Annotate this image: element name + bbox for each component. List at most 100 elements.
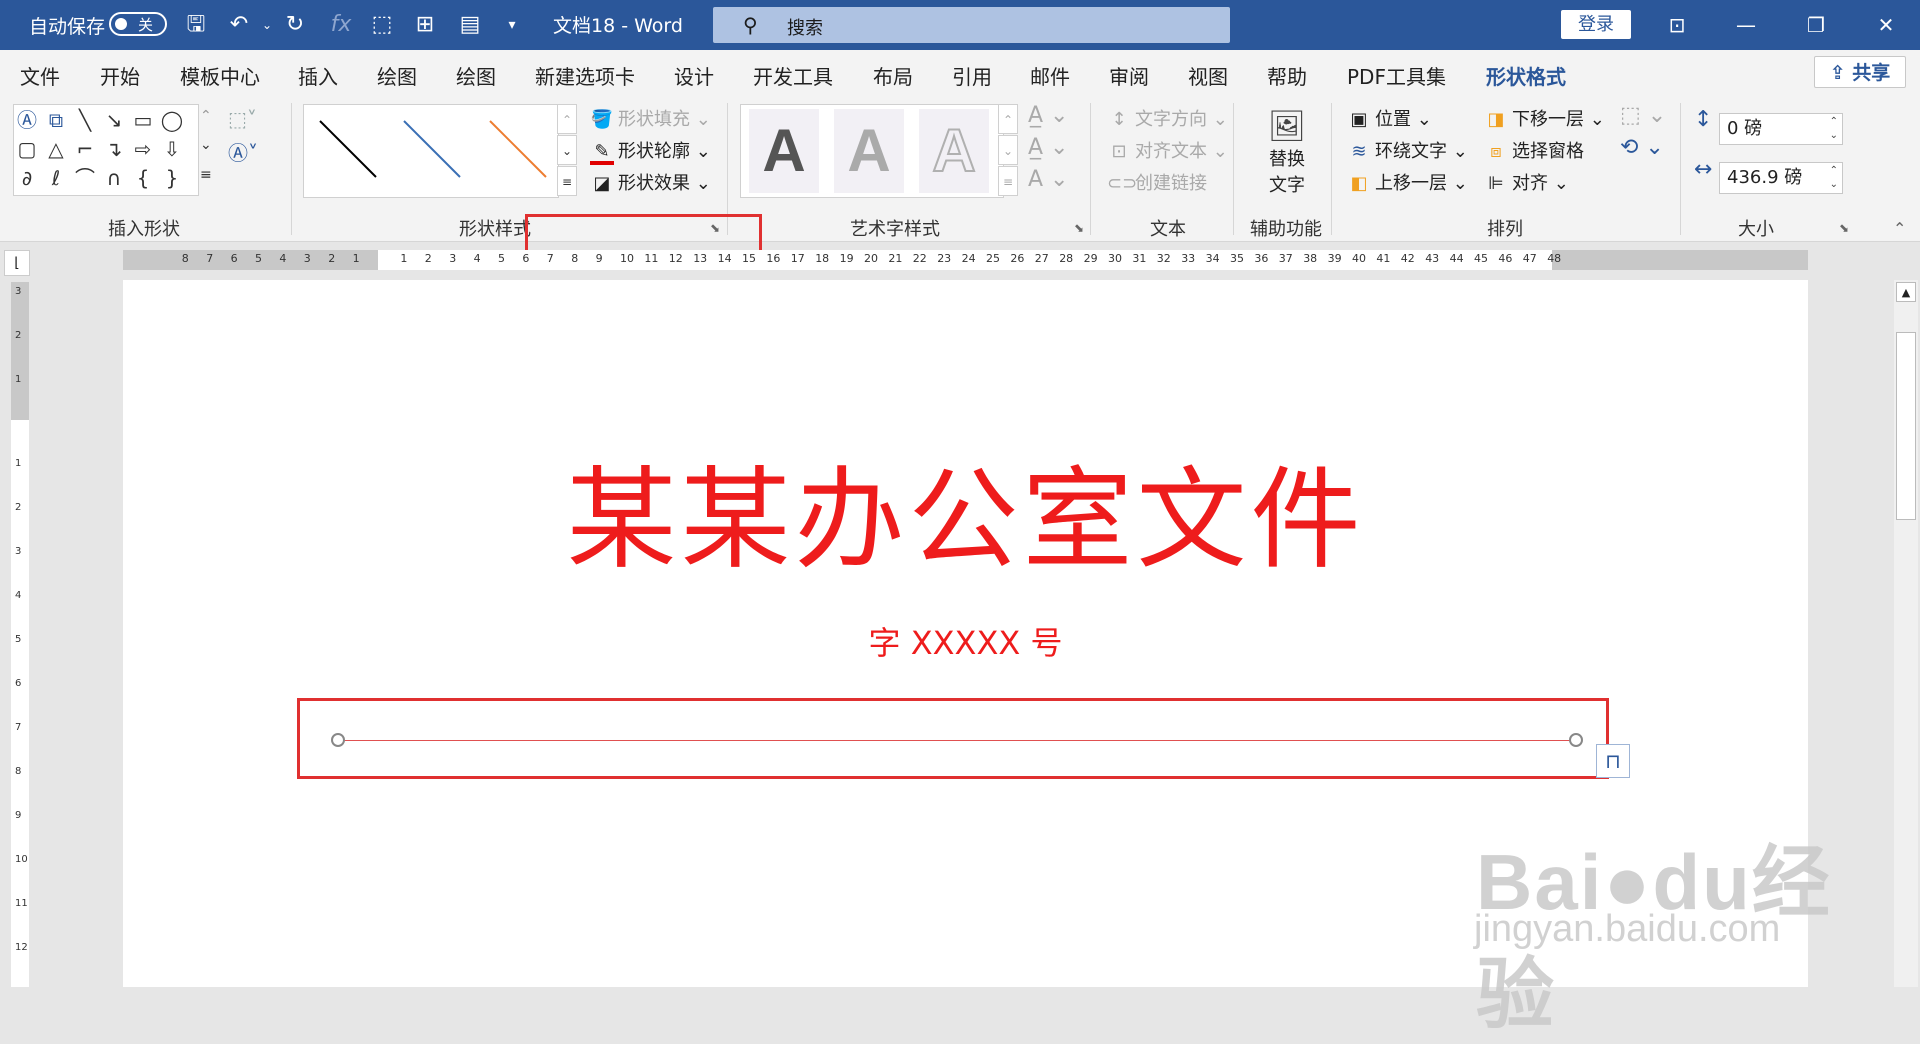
shapes-gallery[interactable]: Ⓐ ⧉ ╲ ↘ ▭ ◯ ▢ △ ⌐ ↴ ⇨ ⇩ ∂ ℓ ⌒ ∩ { } <box>13 104 199 196</box>
selection-pane-button[interactable]: ⧈ 选择窗格 <box>1484 137 1584 163</box>
customize-qat-icon[interactable]: ▾ <box>497 10 527 40</box>
align-button[interactable]: ⊫ 对齐 ⌄ <box>1484 169 1569 195</box>
wordart-scroll-up-icon[interactable]: ⌃ <box>998 104 1018 134</box>
org-chart-icon[interactable]: ⊞ <box>410 10 440 40</box>
share-button[interactable]: ⇪ 共享 <box>1814 56 1906 88</box>
tab-pdf-tools[interactable]: PDF工具集 <box>1347 61 1446 90</box>
shapes-more-icon[interactable]: ≡ <box>200 167 212 183</box>
restore-icon[interactable]: ❐ <box>1796 6 1836 44</box>
tab-shape-format[interactable]: 形状格式 <box>1486 61 1566 98</box>
height-up-icon[interactable]: ⌃ <box>1830 117 1838 127</box>
width-field[interactable]: 436.9 磅 ⌃ ⌄ <box>1719 162 1843 194</box>
login-button[interactable]: 登录 <box>1561 10 1631 39</box>
wordart-style-1[interactable]: A <box>749 109 819 193</box>
style-scroll-down-icon[interactable]: ⌄ <box>557 135 577 165</box>
rectangle-icon[interactable]: ▭ <box>131 108 155 132</box>
wordart-gallery[interactable]: A A A <box>740 104 1004 198</box>
search-input[interactable]: ⚲ 搜索 <box>713 7 1230 43</box>
tab-design[interactable]: 设计 <box>674 61 714 90</box>
text-effects-icon[interactable]: A ⌄ <box>1028 167 1068 192</box>
scroll-up-icon[interactable]: ▲ <box>1896 282 1916 302</box>
group-objects-icon[interactable]: ⬚ ⌄ <box>1620 103 1666 128</box>
layout-options-icon[interactable]: ⊓ <box>1596 744 1630 778</box>
shape-effects-button[interactable]: ◪ 形状效果 ⌄ <box>590 169 710 195</box>
right-arrow-icon[interactable]: ⇨ <box>131 137 155 161</box>
shapes-scroll-down-icon[interactable]: ⌄ <box>200 137 212 153</box>
vertical-text-box-icon[interactable]: ⧉ <box>44 108 68 132</box>
scribble-icon[interactable]: ℓ <box>44 166 68 190</box>
text-box-icon[interactable]: Ⓐ <box>15 108 39 132</box>
height-down-icon[interactable]: ⌄ <box>1830 131 1838 141</box>
tab-review[interactable]: 审阅 <box>1109 61 1149 90</box>
shape-fill-button[interactable]: 🪣 形状填充 ⌄ <box>590 105 711 131</box>
shapes-scroll-up-icon[interactable]: ⌃ <box>200 108 212 124</box>
style-scroll-up-icon[interactable]: ⌃ <box>557 104 577 134</box>
autosave-toggle[interactable]: 关 <box>109 12 167 36</box>
select-objects-icon[interactable]: ⬚ <box>367 10 397 40</box>
undo-icon[interactable]: ↶ <box>224 10 254 40</box>
style-more-icon[interactable]: ≡ <box>557 166 577 196</box>
tab-references[interactable]: 引用 <box>952 61 992 90</box>
tab-new-tab[interactable]: 新建选项卡 <box>535 61 635 90</box>
undo-dropdown-icon[interactable]: ⌄ <box>252 10 282 40</box>
tab-selector-icon[interactable]: ⌊ <box>4 250 30 276</box>
text-outline-icon[interactable]: A̲ ⌄ <box>1028 135 1068 160</box>
triangle-icon[interactable]: △ <box>44 137 68 161</box>
send-backward-button[interactable]: ◨ 下移一层 ⌄ <box>1484 105 1604 131</box>
tab-mailings[interactable]: 邮件 <box>1030 61 1070 90</box>
align-text-button[interactable]: ⊡ 对齐文本 ⌄ <box>1107 137 1227 163</box>
wordart-scroll-down-icon[interactable]: ⌄ <box>998 135 1018 165</box>
arrow-line-icon[interactable]: ↘ <box>102 108 126 132</box>
document-heading[interactable]: 某某办公室文件 <box>123 430 1808 590</box>
size-launcher-icon[interactable]: ⬊ <box>1839 221 1849 235</box>
wordart-style-2[interactable]: A <box>834 109 904 193</box>
close-icon[interactable]: ✕ <box>1866 6 1906 44</box>
minimize-icon[interactable]: — <box>1726 6 1766 44</box>
rounded-rect-icon[interactable]: ▢ <box>15 137 39 161</box>
redo-icon[interactable]: ↻ <box>280 10 310 40</box>
wordart-style-3[interactable]: A <box>919 109 989 193</box>
vertical-scrollbar[interactable]: ▲ <box>1894 280 1918 987</box>
tab-home[interactable]: 开始 <box>100 61 140 90</box>
alt-text-button[interactable]: 🖼 替换 文字 <box>1262 109 1312 197</box>
tab-layout[interactable]: 布局 <box>873 61 913 90</box>
curve-icon[interactable]: ∩ <box>102 166 126 190</box>
shape-outline-button[interactable]: ✎ 形状轮廓 ⌄ <box>590 137 711 165</box>
tab-file[interactable]: 文件 <box>20 61 60 90</box>
right-brace-icon[interactable]: } <box>160 166 184 190</box>
tab-help[interactable]: 帮助 <box>1267 61 1307 90</box>
elbow-arrow-icon[interactable]: ↴ <box>102 137 126 161</box>
width-down-icon[interactable]: ⌄ <box>1830 180 1838 190</box>
text-fill-icon[interactable]: A̲ ⌄ <box>1028 103 1068 128</box>
function-icon[interactable]: fx <box>326 10 356 40</box>
down-arrow-icon[interactable]: ⇩ <box>160 137 184 161</box>
text-direction-button[interactable]: ↕ 文字方向 ⌄ <box>1107 105 1227 131</box>
scroll-thumb[interactable] <box>1896 332 1916 520</box>
edit-shape-icon[interactable]: ⬚˅ <box>228 107 257 131</box>
ribbon-display-icon[interactable]: ⊡ <box>1657 6 1697 44</box>
tab-insert[interactable]: 插入 <box>298 61 338 90</box>
tab-draw[interactable]: 绘图 <box>377 61 417 90</box>
line-end-handle[interactable] <box>1569 733 1583 747</box>
tab-view[interactable]: 视图 <box>1188 61 1228 90</box>
selected-line-shape[interactable] <box>337 740 1576 741</box>
elbow-connector-icon[interactable]: ⌐ <box>73 137 97 161</box>
tab-developer[interactable]: 开发工具 <box>753 61 833 90</box>
tab-draw-2[interactable]: 绘图 <box>456 61 496 90</box>
wordart-launcher-icon[interactable]: ⬊ <box>1074 221 1084 235</box>
bring-forward-button[interactable]: ◧ 上移一层 ⌄ <box>1347 169 1467 195</box>
save-icon[interactable]: 🖫 <box>181 10 211 40</box>
tab-template-center[interactable]: 模板中心 <box>180 61 260 90</box>
arc-icon[interactable]: ⌒ <box>73 166 97 190</box>
height-field[interactable]: 0 磅 ⌃ ⌄ <box>1719 113 1843 145</box>
document-icon[interactable]: ▤ <box>455 10 485 40</box>
oval-icon[interactable]: ◯ <box>160 108 184 132</box>
line-start-handle[interactable] <box>331 733 345 747</box>
draw-text-box-icon[interactable]: Ⓐ˅ <box>228 137 258 166</box>
width-up-icon[interactable]: ⌃ <box>1830 166 1838 176</box>
shape-style-gallery[interactable] <box>303 104 559 198</box>
collapse-ribbon-icon[interactable]: ⌃ <box>1893 219 1906 238</box>
line-shape-icon[interactable]: ╲ <box>73 108 97 132</box>
document-subheading[interactable]: 字 XXXXX 号 <box>123 618 1808 664</box>
freeform-icon[interactable]: ∂ <box>15 166 39 190</box>
